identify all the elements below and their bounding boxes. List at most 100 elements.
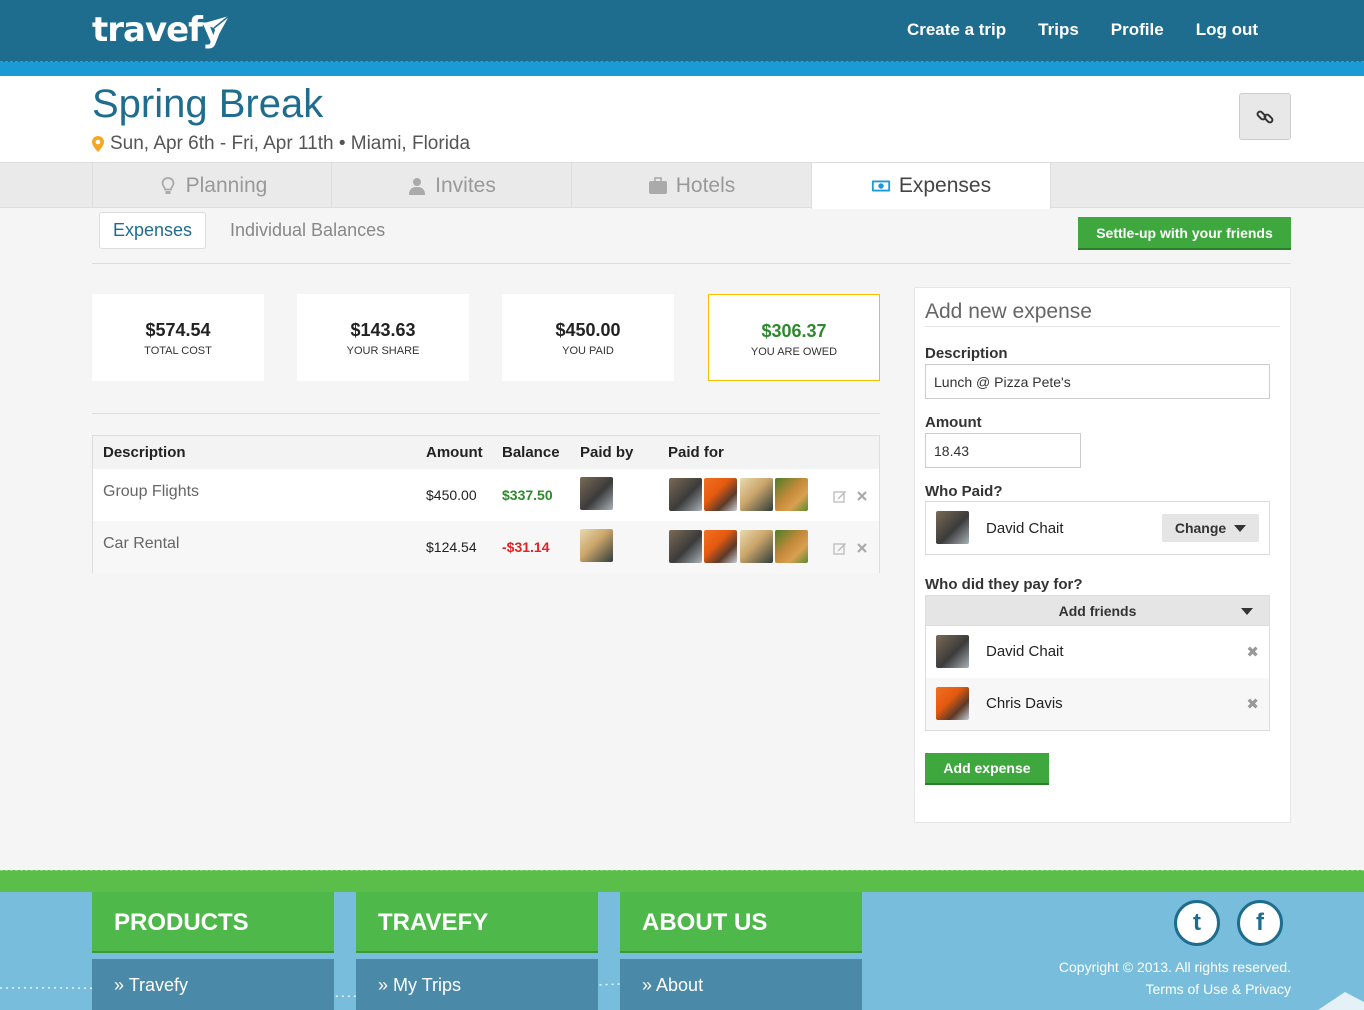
table-row[interactable]: Group Flights $450.00 $337.50 — [93, 469, 879, 521]
avatar — [704, 530, 737, 563]
footer-stripe — [0, 870, 1364, 892]
row-amount: $450.00 — [426, 487, 477, 503]
avatar — [936, 687, 969, 720]
add-friends-label: Add friends — [1058, 602, 1137, 619]
subtab-expenses[interactable]: Expenses — [99, 212, 207, 249]
payer-selector: David Chait Change — [925, 501, 1270, 555]
trip-dates-location: Sun, Apr 6th - Fri, Apr 11th • Miami, Fl… — [110, 133, 471, 154]
avatar — [740, 478, 773, 511]
share-link-button[interactable] — [1239, 93, 1291, 140]
map-pin-icon — [92, 136, 104, 152]
double-chevron-icon: » — [642, 975, 653, 995]
tab-planning[interactable]: Planning — [92, 163, 332, 208]
footer-link-label: My Trips — [393, 975, 462, 995]
description-label: Description — [925, 345, 1008, 362]
summary-you-are-owed: $306.37 YOU ARE OWED — [708, 294, 880, 381]
nav-trips[interactable]: Trips — [1038, 20, 1079, 40]
suitcase-icon — [648, 176, 667, 194]
summary-value: $574.54 — [145, 320, 211, 340]
facebook-icon[interactable]: f — [1237, 900, 1283, 946]
money-icon — [871, 180, 890, 192]
avatar — [740, 530, 773, 563]
footer-link-about[interactable]: » About — [620, 959, 862, 1010]
remove-icon[interactable]: ✖ — [1246, 643, 1259, 661]
avatar — [580, 477, 613, 510]
panel-title: Add new expense — [925, 300, 1092, 323]
footer-link-my-trips[interactable]: » My Trips — [356, 959, 598, 1010]
summary-label: YOUR SHARE — [346, 345, 420, 357]
avatar — [936, 511, 969, 544]
lightbulb-icon — [161, 176, 175, 194]
tab-invites[interactable]: Invites — [331, 163, 571, 208]
edit-icon[interactable] — [833, 541, 847, 555]
chevron-down-icon — [1234, 524, 1247, 532]
change-payer-button[interactable]: Change — [1162, 514, 1259, 542]
link-icon — [1256, 110, 1274, 123]
double-chevron-icon: » — [114, 975, 125, 995]
avatar — [669, 478, 702, 511]
header-amount: Amount — [426, 444, 483, 461]
summary-total-cost: $574.54 TOTAL COST — [92, 294, 264, 381]
summary-value: $306.37 — [761, 321, 827, 341]
delete-icon[interactable] — [855, 541, 869, 555]
terms-link[interactable]: Terms of Use & Privacy — [1059, 978, 1291, 1000]
summary-value: $450.00 — [555, 320, 621, 340]
table-row[interactable]: Car Rental $124.54 -$31.14 — [93, 521, 879, 573]
tab-hotels-label: Hotels — [675, 173, 736, 197]
twitter-icon[interactable]: t — [1174, 900, 1220, 946]
header-balance: Balance — [502, 444, 560, 461]
amount-label: Amount — [925, 414, 982, 431]
avatar — [704, 478, 737, 511]
friend-name: Chris Davis — [986, 695, 1063, 712]
footer-column-about-us: ABOUT US » About — [620, 892, 862, 1010]
divider — [92, 263, 1291, 264]
summary-value: $143.63 — [350, 320, 416, 340]
nav-profile[interactable]: Profile — [1111, 20, 1164, 40]
header-stripe — [0, 62, 1364, 76]
footer-heading: PRODUCTS — [92, 892, 334, 953]
row-balance: $337.50 — [502, 487, 553, 503]
header-paid-for: Paid for — [668, 444, 724, 461]
header-description: Description — [103, 444, 186, 461]
footer-column-products: PRODUCTS » Travefy — [92, 892, 334, 1010]
summary-you-paid: $450.00 YOU PAID — [502, 294, 674, 381]
friend-name: David Chait — [986, 643, 1064, 660]
add-expense-button[interactable]: Add expense — [925, 753, 1049, 785]
summary-your-share: $143.63 YOUR SHARE — [297, 294, 469, 381]
description-input[interactable] — [925, 364, 1270, 399]
nav-create-trip[interactable]: Create a trip — [907, 20, 1006, 40]
paper-plane-icon — [201, 15, 230, 36]
edit-icon[interactable] — [833, 489, 847, 503]
divider — [92, 413, 880, 414]
tab-hotels[interactable]: Hotels — [571, 163, 811, 208]
top-header: travefy Create a trip Trips Profile Log … — [0, 0, 1364, 62]
tab-expenses[interactable]: Expenses — [811, 163, 1051, 209]
selected-friends-list: David Chait ✖ Chris Davis ✖ — [925, 626, 1270, 731]
remove-icon[interactable]: ✖ — [1246, 695, 1259, 713]
user-icon — [409, 177, 426, 195]
tab-expenses-label: Expenses — [898, 174, 992, 197]
subtab-individual-balances[interactable]: Individual Balances — [217, 212, 398, 249]
divider — [925, 326, 1280, 327]
amount-input[interactable] — [925, 433, 1081, 468]
table-header: Description Amount Balance Paid by Paid … — [93, 436, 879, 469]
payer-name: David Chait — [986, 520, 1064, 537]
tab-planning-label: Planning — [185, 173, 268, 197]
nav-log-out[interactable]: Log out — [1196, 20, 1258, 40]
delete-icon[interactable] — [855, 489, 869, 503]
footer-link-label: Travefy — [128, 975, 189, 995]
avatar — [775, 478, 808, 511]
trip-tabs: Planning Invites Hotels Expenses — [0, 162, 1364, 209]
footer-link-travefy[interactable]: » Travefy — [92, 959, 334, 1010]
row-description: Group Flights — [103, 483, 200, 500]
header-paid-by: Paid by — [580, 444, 634, 461]
avatar — [936, 635, 969, 668]
expense-table: Description Amount Balance Paid by Paid … — [92, 435, 880, 573]
trip-subtitle: Sun, Apr 6th - Fri, Apr 11th • Miami, Fl… — [92, 133, 470, 155]
list-item: David Chait ✖ — [926, 626, 1269, 678]
summary-label: YOU ARE OWED — [750, 346, 838, 358]
settle-up-button[interactable]: Settle-up with your friends — [1078, 217, 1291, 250]
add-friends-dropdown[interactable]: Add friends — [925, 595, 1270, 626]
trip-header: Spring Break Sun, Apr 6th - Fri, Apr 11t… — [0, 76, 1364, 162]
row-description: Car Rental — [103, 535, 180, 552]
